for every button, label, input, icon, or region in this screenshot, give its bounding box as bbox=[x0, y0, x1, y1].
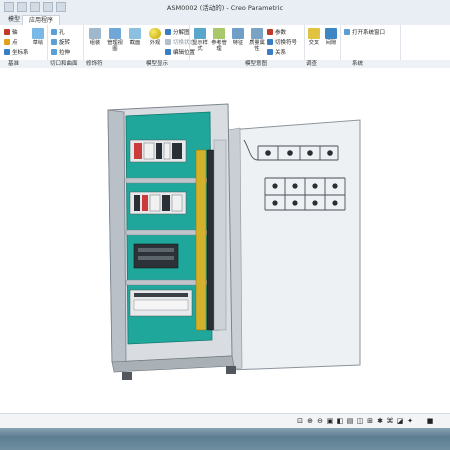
csys-button[interactable]: 坐标系 bbox=[4, 48, 29, 56]
open-system-window-button[interactable]: 打开系统窗口 bbox=[344, 28, 385, 36]
symbol-icon bbox=[267, 39, 273, 45]
view-manager-icon[interactable]: ◫ bbox=[356, 417, 364, 425]
group-label-datum: 基准 bbox=[8, 61, 20, 67]
cross-button[interactable]: 交叉 bbox=[306, 28, 322, 46]
clearance-icon bbox=[325, 28, 337, 39]
assemble-icon bbox=[89, 28, 101, 39]
status-bar: ⊡ ⊕ ⊖ ▣ ◧ ▤ ◫ ⊞ ✱ ⌘ ◪ ✦ ■ bbox=[0, 413, 450, 429]
pause-icon[interactable]: ■ bbox=[426, 417, 434, 425]
clearance-button[interactable]: 间隙 bbox=[323, 28, 339, 46]
group-datum: 轴 点 坐标系 草绘 bbox=[0, 25, 48, 60]
section-icon bbox=[129, 28, 141, 39]
ribbon-tabs: 模型 应用程序 bbox=[0, 14, 450, 26]
group-tools: 打开系统窗口 bbox=[340, 25, 401, 60]
zoom-out-icon[interactable]: ⊖ bbox=[316, 417, 324, 425]
cross-icon bbox=[308, 28, 320, 39]
sketch-icon bbox=[32, 28, 44, 39]
edit-position-icon bbox=[165, 49, 171, 55]
zoom-in-icon[interactable]: ⊕ bbox=[306, 417, 314, 425]
din-rail-2 bbox=[129, 191, 187, 215]
cabinet-door[interactable] bbox=[227, 119, 361, 371]
group-label-modifiers: 修饰符 bbox=[86, 61, 103, 67]
cabinet-left-side bbox=[107, 109, 127, 363]
lights-icon[interactable]: ✦ bbox=[406, 417, 414, 425]
csys-icon bbox=[4, 49, 10, 55]
annotation-display-icon[interactable]: ⌘ bbox=[386, 417, 394, 425]
group-label-display: 模型显示 bbox=[146, 61, 169, 67]
display-style-icon bbox=[194, 28, 206, 39]
din-rail-4 bbox=[129, 289, 193, 317]
appearance-icon bbox=[149, 28, 161, 39]
group-modifiers: 组装 管理视图 截面 外观 分解图 切换状态 编辑位置 bbox=[83, 25, 195, 60]
axis-button[interactable]: 轴 bbox=[4, 28, 18, 36]
param-button[interactable]: 参数 bbox=[267, 28, 286, 36]
extrude-icon bbox=[51, 49, 57, 55]
relation-button[interactable]: 关系 bbox=[267, 48, 286, 56]
refit-icon[interactable]: ⊡ bbox=[296, 417, 304, 425]
sweep-style-button[interactable]: 分解图 bbox=[165, 28, 190, 36]
ribbon: 轴 点 坐标系 草绘 孔 旋转 拉伸 组装 管理视图 截面 外观 分解图 切换状… bbox=[0, 25, 450, 61]
display-style-button[interactable]: 显示样式 bbox=[192, 28, 208, 52]
group-model-intent: 显示样式 参考管理 特征 质量属性 参数 切换符号 关系 bbox=[189, 25, 305, 60]
reference-icon bbox=[213, 28, 225, 39]
cabinet-model[interactable] bbox=[0, 68, 450, 413]
group-label-investigate: 调查 bbox=[306, 61, 318, 67]
ref-mgmt-button[interactable]: 参考管理 bbox=[211, 28, 227, 52]
hole-button[interactable]: 孔 bbox=[51, 28, 65, 36]
hole-icon bbox=[51, 29, 57, 35]
views-icon bbox=[109, 28, 121, 39]
point-icon bbox=[4, 39, 10, 45]
group-label-cut: 切口和曲面 bbox=[50, 61, 78, 67]
extrude-button[interactable]: 拉伸 bbox=[51, 48, 70, 56]
group-investigate: 交叉 间隙 bbox=[304, 25, 341, 60]
feature-button[interactable]: 特征 bbox=[230, 28, 246, 46]
repaint-icon[interactable]: ▣ bbox=[326, 417, 334, 425]
din-rail-3 bbox=[133, 243, 179, 269]
param-icon bbox=[267, 29, 273, 35]
display-style-icon[interactable]: ◧ bbox=[336, 417, 344, 425]
cabinet-foot-left bbox=[122, 372, 132, 380]
window-title: ASM0002 (活动的) - Creo Parametric bbox=[166, 4, 284, 12]
spin-center-icon[interactable]: ✱ bbox=[376, 417, 384, 425]
feature-icon bbox=[232, 28, 244, 39]
mass-icon bbox=[251, 28, 263, 39]
section-button[interactable]: 截面 bbox=[127, 28, 143, 46]
relation-icon bbox=[267, 49, 273, 55]
sketch-button[interactable]: 草绘 bbox=[30, 28, 46, 46]
saved-views-icon[interactable]: ▤ bbox=[346, 417, 354, 425]
group-cut: 孔 旋转 拉伸 bbox=[47, 25, 84, 60]
exploded-icon bbox=[165, 29, 171, 35]
title-bar: ASM0002 (活动的) - Creo Parametric bbox=[0, 0, 450, 15]
manage-views-button[interactable]: 管理视图 bbox=[107, 28, 123, 52]
rotate-icon bbox=[51, 39, 57, 45]
mass-button[interactable]: 质量属性 bbox=[249, 28, 265, 52]
section-view-icon[interactable]: ◪ bbox=[396, 417, 404, 425]
assemble-button[interactable]: 组装 bbox=[87, 28, 103, 46]
toggle-icon bbox=[165, 39, 171, 45]
axis-icon bbox=[4, 29, 10, 35]
appearance-button[interactable]: 外观 bbox=[147, 28, 163, 46]
point-button[interactable]: 点 bbox=[4, 38, 18, 46]
terminal-strip bbox=[195, 149, 207, 331]
group-label-model-intent: 模型意图 bbox=[245, 61, 268, 67]
group-label-system: 系统 bbox=[352, 61, 364, 67]
system-window-icon bbox=[344, 29, 350, 35]
graphics-window[interactable] bbox=[0, 68, 450, 413]
datum-display-icon[interactable]: ⊞ bbox=[366, 417, 374, 425]
switch-symbol-button[interactable]: 切换符号 bbox=[267, 38, 297, 46]
rotate-button[interactable]: 旋转 bbox=[51, 38, 70, 46]
cabinet-right-frame bbox=[213, 139, 227, 331]
cabinet-foot-right bbox=[226, 366, 236, 374]
din-rail-1 bbox=[129, 139, 187, 163]
desktop-background bbox=[0, 428, 450, 450]
